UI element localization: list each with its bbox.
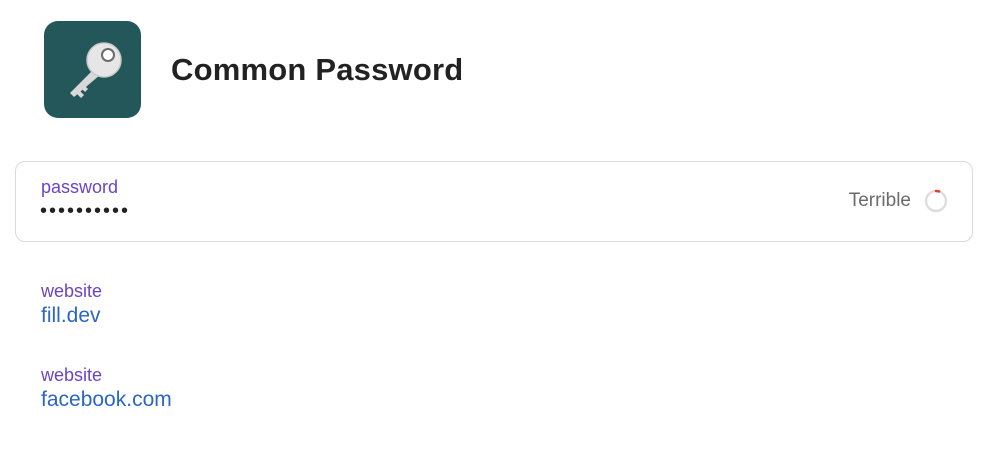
item-title: Common Password	[171, 51, 464, 87]
password-label: password	[41, 177, 119, 197]
password-field-card[interactable]: password •••••••••• Terrible	[15, 161, 973, 242]
strength-ring-icon	[924, 189, 948, 213]
website-label-2: website	[41, 365, 103, 385]
website-entry-2: website facebook.com	[41, 365, 172, 412]
website-link-1[interactable]: fill.dev	[41, 304, 102, 328]
item-header: Common Password	[44, 21, 463, 118]
website-link-2[interactable]: facebook.com	[41, 388, 172, 412]
key-icon	[44, 21, 141, 118]
strength-label: Terrible	[848, 190, 911, 211]
item-detail-view: Common Password password •••••••••• Terr…	[0, 0, 999, 455]
password-strength: Terrible	[849, 189, 948, 213]
password-value[interactable]: ••••••••••	[40, 200, 130, 223]
website-label-1: website	[41, 281, 103, 301]
website-entry-1: website fill.dev	[41, 281, 102, 328]
